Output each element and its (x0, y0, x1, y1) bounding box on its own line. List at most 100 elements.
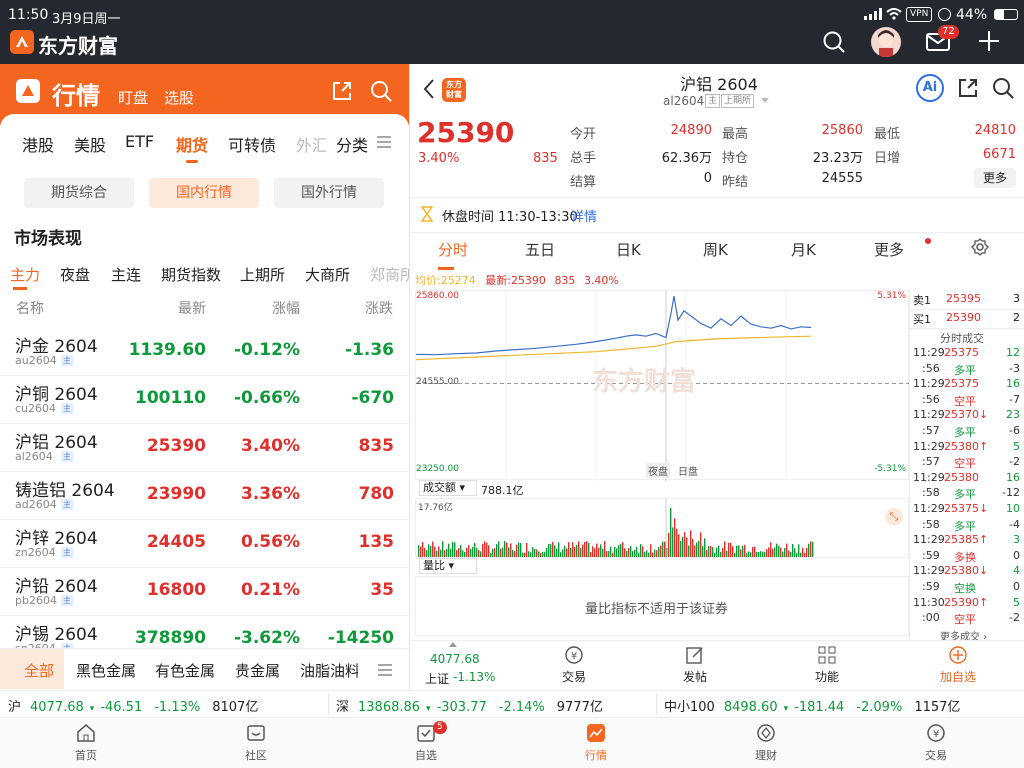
ticker-item[interactable]: 深 13868.86 ▾ -303.77 -2.14% 9777亿 (336, 696, 603, 715)
tab-futures[interactable]: 期货 (176, 132, 208, 156)
tab-convertible[interactable]: 可转债 (228, 132, 276, 156)
watch-link[interactable]: 盯盘 (118, 87, 148, 108)
menu-icon[interactable] (377, 136, 391, 148)
subtab-index[interactable]: 期货指数 (161, 264, 221, 285)
bid-qty: 2 (1013, 311, 1020, 324)
col-price[interactable]: 最新 (178, 298, 206, 318)
cat-all[interactable]: 全部 (24, 660, 54, 681)
futures-row[interactable]: 沪锌 2604 zn2604 主 24405 0.56% 135 (0, 520, 409, 568)
col-pct[interactable]: 涨幅 (272, 298, 300, 318)
row-code: cu2604 (15, 402, 57, 415)
ticker-item[interactable]: 沪 4077.68 ▾ -46.51 -1.13% 8107亿 (8, 696, 258, 715)
col-name: 名称 (16, 301, 44, 317)
tab-community[interactable]: 社区 (171, 718, 341, 768)
more-stats-button[interactable]: 更多 (974, 168, 1016, 188)
avatar[interactable] (871, 27, 901, 57)
index-ticker[interactable]: 沪 4077.68 ▾ -46.51 -1.13% 8107亿 深 13868.86 ▾ -303… (0, 690, 1024, 718)
trade-time: :59 (922, 580, 940, 593)
seg-futures-overview[interactable]: 期货综合 (24, 178, 134, 208)
chart-tab[interactable]: 更多 (874, 239, 904, 260)
ratio-selector[interactable]: 量比 ▾ (419, 558, 477, 574)
tab-trade[interactable]: ¥ 交易 (851, 718, 1021, 768)
trade-qty: 16 (1006, 377, 1020, 391)
chart-tab[interactable]: 日K (616, 239, 641, 260)
chart-tab[interactable]: 分时 (438, 239, 468, 260)
ticker-value: 8498.60 (723, 700, 778, 715)
trade-time: 11:29 (913, 533, 945, 547)
cat-precious[interactable]: 贵金属 (235, 660, 280, 681)
tab-etf[interactable]: ETF (125, 132, 154, 151)
notice-detail-link[interactable]: 详情 (571, 206, 597, 225)
ask-price: 25395 (946, 292, 981, 305)
seg-foreign[interactable]: 国外行情 (274, 178, 384, 208)
futures-row[interactable]: 沪铅 2604 pb2604 主 16800 0.21% 35 (0, 568, 409, 616)
trade-qty: 5 (1013, 595, 1020, 609)
futures-row[interactable]: 铸造铝 2604 ad2604 主 23990 3.36% 780 (0, 472, 409, 520)
tab-forex[interactable]: 外汇 (296, 132, 326, 156)
trade-time: 11:29 (913, 564, 945, 578)
instrument-code: al2604 (663, 94, 705, 108)
tab-home[interactable]: 首页 (1, 718, 171, 768)
signal-icon (864, 8, 888, 20)
tab-wealth[interactable]: 理财 (681, 718, 851, 768)
app-logo-icon (10, 30, 34, 54)
expand-icon[interactable]: ⤡ (885, 508, 903, 526)
subtab-shfe[interactable]: 上期所 (240, 264, 285, 285)
search-icon[interactable] (370, 80, 392, 102)
stock-picker-link[interactable]: 选股 (164, 87, 194, 108)
row-price: 25390 (146, 436, 206, 456)
ai-icon[interactable]: Ai (916, 74, 944, 102)
search-icon[interactable] (992, 77, 1014, 99)
tab-market[interactable]: 行情 (511, 718, 681, 768)
tab-hk[interactable]: 港股 (22, 132, 54, 156)
index-name[interactable]: 上证 (425, 670, 449, 687)
chart-tab[interactable]: 月K (791, 239, 816, 260)
cat-oils[interactable]: 油脂油料 (300, 660, 358, 681)
chart-tab[interactable]: 周K (703, 239, 728, 260)
col-change[interactable]: 涨跌 (365, 298, 405, 318)
cat-nonferrous[interactable]: 有色金属 (155, 660, 215, 681)
post-button[interactable]: 发帖 (675, 645, 715, 685)
intraday-chart[interactable]: 25860.00 24555.00 23250.00 5.31% -5.31% … (415, 290, 910, 481)
tab-category[interactable]: 分类 (336, 132, 368, 156)
futures-row[interactable]: 沪铜 2604 cu2604 主 100110 -0.66% -670 (0, 376, 409, 424)
stat-value: 24890 (670, 123, 712, 138)
share-icon[interactable] (331, 80, 353, 102)
trade-qty: 4 (1013, 564, 1020, 578)
cat-ferrous[interactable]: 黑色金属 (76, 660, 136, 681)
trade-button[interactable]: ¥ 交易 (554, 645, 594, 685)
back-icon[interactable] (423, 78, 435, 100)
subtab-continuous[interactable]: 主连 (111, 264, 141, 285)
seg-domestic[interactable]: 国内行情 (149, 178, 259, 208)
night-session-label: 夜盘 (646, 463, 670, 478)
subtab-night[interactable]: 夜盘 (60, 264, 90, 285)
function-button[interactable]: 功能 (807, 645, 847, 685)
settings-icon[interactable] (971, 238, 989, 256)
share-icon[interactable] (957, 77, 979, 99)
futures-row[interactable]: 沪铝 2604 al2604 主 25390 3.40% 835 (0, 424, 409, 472)
volume-selector[interactable]: 成交额 ▾ (419, 480, 477, 496)
tab-watchlist[interactable]: 自选 5 (341, 718, 511, 768)
ticker-item[interactable]: 中小100 8498.60 ▾ -181.44 -2.09% 1157亿 (664, 696, 960, 715)
stat-label: 日增 (874, 151, 901, 166)
menu-icon[interactable] (378, 664, 392, 676)
trade-time: :57 (922, 455, 940, 469)
stat-label: 今开 (570, 127, 597, 142)
search-icon[interactable] (822, 30, 846, 54)
chart-tab[interactable]: 五日 (525, 239, 555, 260)
trade-qty: -4 (1009, 517, 1020, 531)
tab-us[interactable]: 美股 (74, 132, 106, 156)
chevron-down-icon[interactable] (761, 98, 769, 103)
add-icon[interactable] (978, 30, 1000, 52)
subtab-czce[interactable]: 郑商所 (370, 264, 409, 285)
subtab-main[interactable]: 主力 (10, 264, 40, 285)
futures-row[interactable]: 沪金 2604 au2604 主 1139.60 -0.12% -1.36 (0, 328, 409, 376)
row-code: ad2604 (15, 498, 57, 511)
index-pct[interactable]: -1.13% (453, 670, 495, 684)
add-watchlist-button[interactable]: 加自选 (935, 645, 981, 685)
main-badge: 主 (61, 499, 73, 510)
volume-max: 17.76亿 (418, 503, 453, 513)
subtab-dce[interactable]: 大商所 (305, 264, 350, 285)
index-value[interactable]: 4077.68 (430, 652, 480, 666)
chevron-up-icon[interactable] (449, 642, 457, 647)
